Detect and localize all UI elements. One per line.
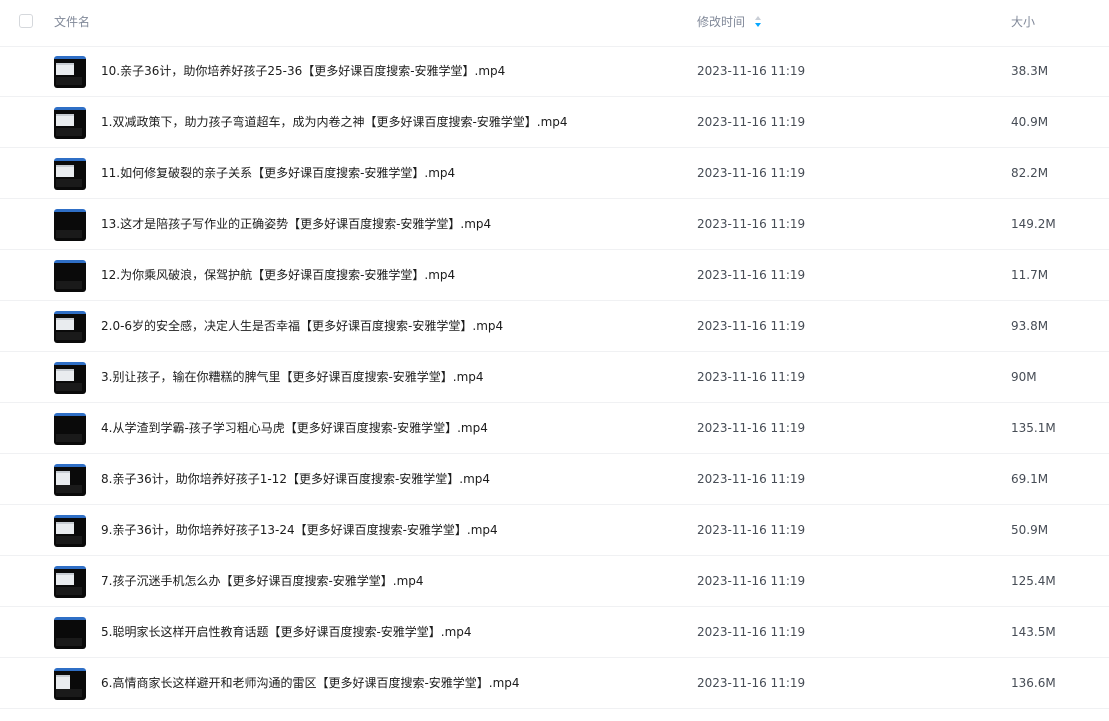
thumbnail-bar-graphic xyxy=(56,689,82,697)
thumbnail-window-graphic xyxy=(56,318,74,330)
thumbnail-window-graphic xyxy=(56,165,74,177)
file-row[interactable]: 12.为你乘风破浪，保驾护航【更多好课百度搜索-安雅学堂】.mp4 2023-11… xyxy=(0,250,1109,301)
file-modified-time: 2023-11-16 11:19 xyxy=(697,676,806,690)
select-all-checkbox[interactable] xyxy=(19,14,33,28)
file-name[interactable]: 9.亲子36计，助你培养好孩子13-24【更多好课百度搜索-安雅学堂】.mp4 xyxy=(101,522,498,538)
file-row[interactable]: 6.高情商家长这样避开和老师沟通的雷区【更多好课百度搜索-安雅学堂】.mp4 20… xyxy=(0,658,1109,709)
video-thumbnail-icon[interactable] xyxy=(54,566,86,598)
thumbnail-bar-graphic xyxy=(56,383,82,391)
file-name[interactable]: 1.双减政策下，助力孩子弯道超车，成为内卷之神【更多好课百度搜索-安雅学堂】.m… xyxy=(101,114,568,130)
file-row[interactable]: 8.亲子36计，助你培养好孩子1-12【更多好课百度搜索-安雅学堂】.mp4 20… xyxy=(0,454,1109,505)
thumbnail-window-graphic xyxy=(56,369,74,381)
thumbnail-bar-graphic xyxy=(56,536,82,544)
video-thumbnail-icon[interactable] xyxy=(54,413,86,445)
thumbnail-bar-graphic xyxy=(56,179,82,187)
thumbnail-window-graphic xyxy=(56,522,74,534)
file-row[interactable]: 13.这才是陪孩子写作业的正确姿势【更多好课百度搜索-安雅学堂】.mp4 2023… xyxy=(0,199,1109,250)
column-header-size[interactable]: 大小 xyxy=(1011,14,1035,30)
file-size: 82.2M xyxy=(1011,166,1049,180)
file-size: 125.4M xyxy=(1011,574,1056,588)
thumbnail-bar-graphic xyxy=(56,332,82,340)
file-name[interactable]: 8.亲子36计，助你培养好孩子1-12【更多好课百度搜索-安雅学堂】.mp4 xyxy=(101,471,490,487)
thumbnail-window-graphic xyxy=(56,63,74,75)
file-name[interactable]: 11.如何修复破裂的亲子关系【更多好课百度搜索-安雅学堂】.mp4 xyxy=(101,165,455,181)
video-thumbnail-icon[interactable] xyxy=(54,260,86,292)
file-name[interactable]: 5.聪明家长这样开启性教育话题【更多好课百度搜索-安雅学堂】.mp4 xyxy=(101,624,472,640)
file-name[interactable]: 12.为你乘风破浪，保驾护航【更多好课百度搜索-安雅学堂】.mp4 xyxy=(101,267,455,283)
thumbnail-bar-graphic xyxy=(56,128,82,136)
file-size: 136.6M xyxy=(1011,676,1056,690)
file-size: 135.1M xyxy=(1011,421,1056,435)
file-name[interactable]: 4.从学渣到学霸-孩子学习粗心马虎【更多好课百度搜索-安雅学堂】.mp4 xyxy=(101,420,488,436)
video-thumbnail-icon[interactable] xyxy=(54,515,86,547)
file-name[interactable]: 2.0-6岁的安全感，决定人生是否幸福【更多好课百度搜索-安雅学堂】.mp4 xyxy=(101,318,503,334)
thumbnail-bar-graphic xyxy=(56,77,82,85)
file-modified-time: 2023-11-16 11:19 xyxy=(697,523,806,537)
video-thumbnail-icon[interactable] xyxy=(54,668,86,700)
file-list: 文件名 修改时间 大小 10.亲子36计，助你培养好孩子25-36【更多好课百度… xyxy=(0,0,1109,721)
file-size: 149.2M xyxy=(1011,217,1056,231)
file-size: 38.3M xyxy=(1011,64,1049,78)
file-modified-time: 2023-11-16 11:19 xyxy=(697,574,806,588)
file-row[interactable]: 11.如何修复破裂的亲子关系【更多好课百度搜索-安雅学堂】.mp4 2023-11… xyxy=(0,148,1109,199)
video-thumbnail-icon[interactable] xyxy=(54,56,86,88)
video-thumbnail-icon[interactable] xyxy=(54,311,86,343)
file-name[interactable]: 7.孩子沉迷手机怎么办【更多好课百度搜索-安雅学堂】.mp4 xyxy=(101,573,424,589)
video-thumbnail-icon[interactable] xyxy=(54,464,86,496)
file-size: 90M xyxy=(1011,370,1037,384)
file-size: 50.9M xyxy=(1011,523,1049,537)
file-modified-time: 2023-11-16 11:19 xyxy=(697,166,806,180)
file-name[interactable]: 6.高情商家长这样避开和老师沟通的雷区【更多好课百度搜索-安雅学堂】.mp4 xyxy=(101,675,520,691)
file-name[interactable]: 13.这才是陪孩子写作业的正确姿势【更多好课百度搜索-安雅学堂】.mp4 xyxy=(101,216,491,232)
video-thumbnail-icon[interactable] xyxy=(54,158,86,190)
file-row[interactable]: 3.别让孩子，输在你糟糕的脾气里【更多好课百度搜索-安雅学堂】.mp4 2023-… xyxy=(0,352,1109,403)
file-row[interactable]: 2.0-6岁的安全感，决定人生是否幸福【更多好课百度搜索-安雅学堂】.mp4 20… xyxy=(0,301,1109,352)
file-name[interactable]: 3.别让孩子，输在你糟糕的脾气里【更多好课百度搜索-安雅学堂】.mp4 xyxy=(101,369,484,385)
file-size: 143.5M xyxy=(1011,625,1056,639)
file-modified-time: 2023-11-16 11:19 xyxy=(697,64,806,78)
thumbnail-bar-graphic xyxy=(56,587,82,595)
file-row[interactable]: 5.聪明家长这样开启性教育话题【更多好课百度搜索-安雅学堂】.mp4 2023-1… xyxy=(0,607,1109,658)
thumbnail-window-graphic xyxy=(56,114,74,126)
file-modified-time: 2023-11-16 11:19 xyxy=(697,319,806,333)
thumbnail-bar-graphic xyxy=(56,230,82,238)
file-modified-time: 2023-11-16 11:19 xyxy=(697,421,806,435)
column-header-modified[interactable]: 修改时间 xyxy=(697,14,745,30)
thumbnail-bar-graphic xyxy=(56,281,82,289)
file-modified-time: 2023-11-16 11:19 xyxy=(697,625,806,639)
column-header-name[interactable]: 文件名 xyxy=(54,14,90,30)
thumbnail-window-graphic xyxy=(56,573,74,585)
file-row[interactable]: 1.双减政策下，助力孩子弯道超车，成为内卷之神【更多好课百度搜索-安雅学堂】.m… xyxy=(0,97,1109,148)
thumbnail-bar-graphic xyxy=(56,638,82,646)
file-size: 93.8M xyxy=(1011,319,1049,333)
file-row[interactable]: 10.亲子36计，助你培养好孩子25-36【更多好课百度搜索-安雅学堂】.mp4… xyxy=(0,46,1109,97)
file-row[interactable]: 7.孩子沉迷手机怎么办【更多好课百度搜索-安雅学堂】.mp4 2023-11-16… xyxy=(0,556,1109,607)
file-name[interactable]: 10.亲子36计，助你培养好孩子25-36【更多好课百度搜索-安雅学堂】.mp4 xyxy=(101,63,505,79)
thumbnail-bar-graphic xyxy=(56,485,82,493)
file-list-header: 文件名 修改时间 大小 xyxy=(0,0,1109,47)
video-thumbnail-icon[interactable] xyxy=(54,107,86,139)
video-thumbnail-icon[interactable] xyxy=(54,617,86,649)
file-modified-time: 2023-11-16 11:19 xyxy=(697,217,806,231)
file-modified-time: 2023-11-16 11:19 xyxy=(697,370,806,384)
video-thumbnail-icon[interactable] xyxy=(54,209,86,241)
file-modified-time: 2023-11-16 11:19 xyxy=(697,115,806,129)
thumbnail-bar-graphic xyxy=(56,434,82,442)
file-size: 69.1M xyxy=(1011,472,1049,486)
file-size: 40.9M xyxy=(1011,115,1049,129)
video-thumbnail-icon[interactable] xyxy=(54,362,86,394)
sort-ascending-icon[interactable] xyxy=(754,15,762,28)
file-row[interactable]: 4.从学渣到学霸-孩子学习粗心马虎【更多好课百度搜索-安雅学堂】.mp4 2023… xyxy=(0,403,1109,454)
file-modified-time: 2023-11-16 11:19 xyxy=(697,268,806,282)
file-modified-time: 2023-11-16 11:19 xyxy=(697,472,806,486)
file-size: 11.7M xyxy=(1011,268,1049,282)
file-row[interactable]: 9.亲子36计，助你培养好孩子13-24【更多好课百度搜索-安雅学堂】.mp4 2… xyxy=(0,505,1109,556)
